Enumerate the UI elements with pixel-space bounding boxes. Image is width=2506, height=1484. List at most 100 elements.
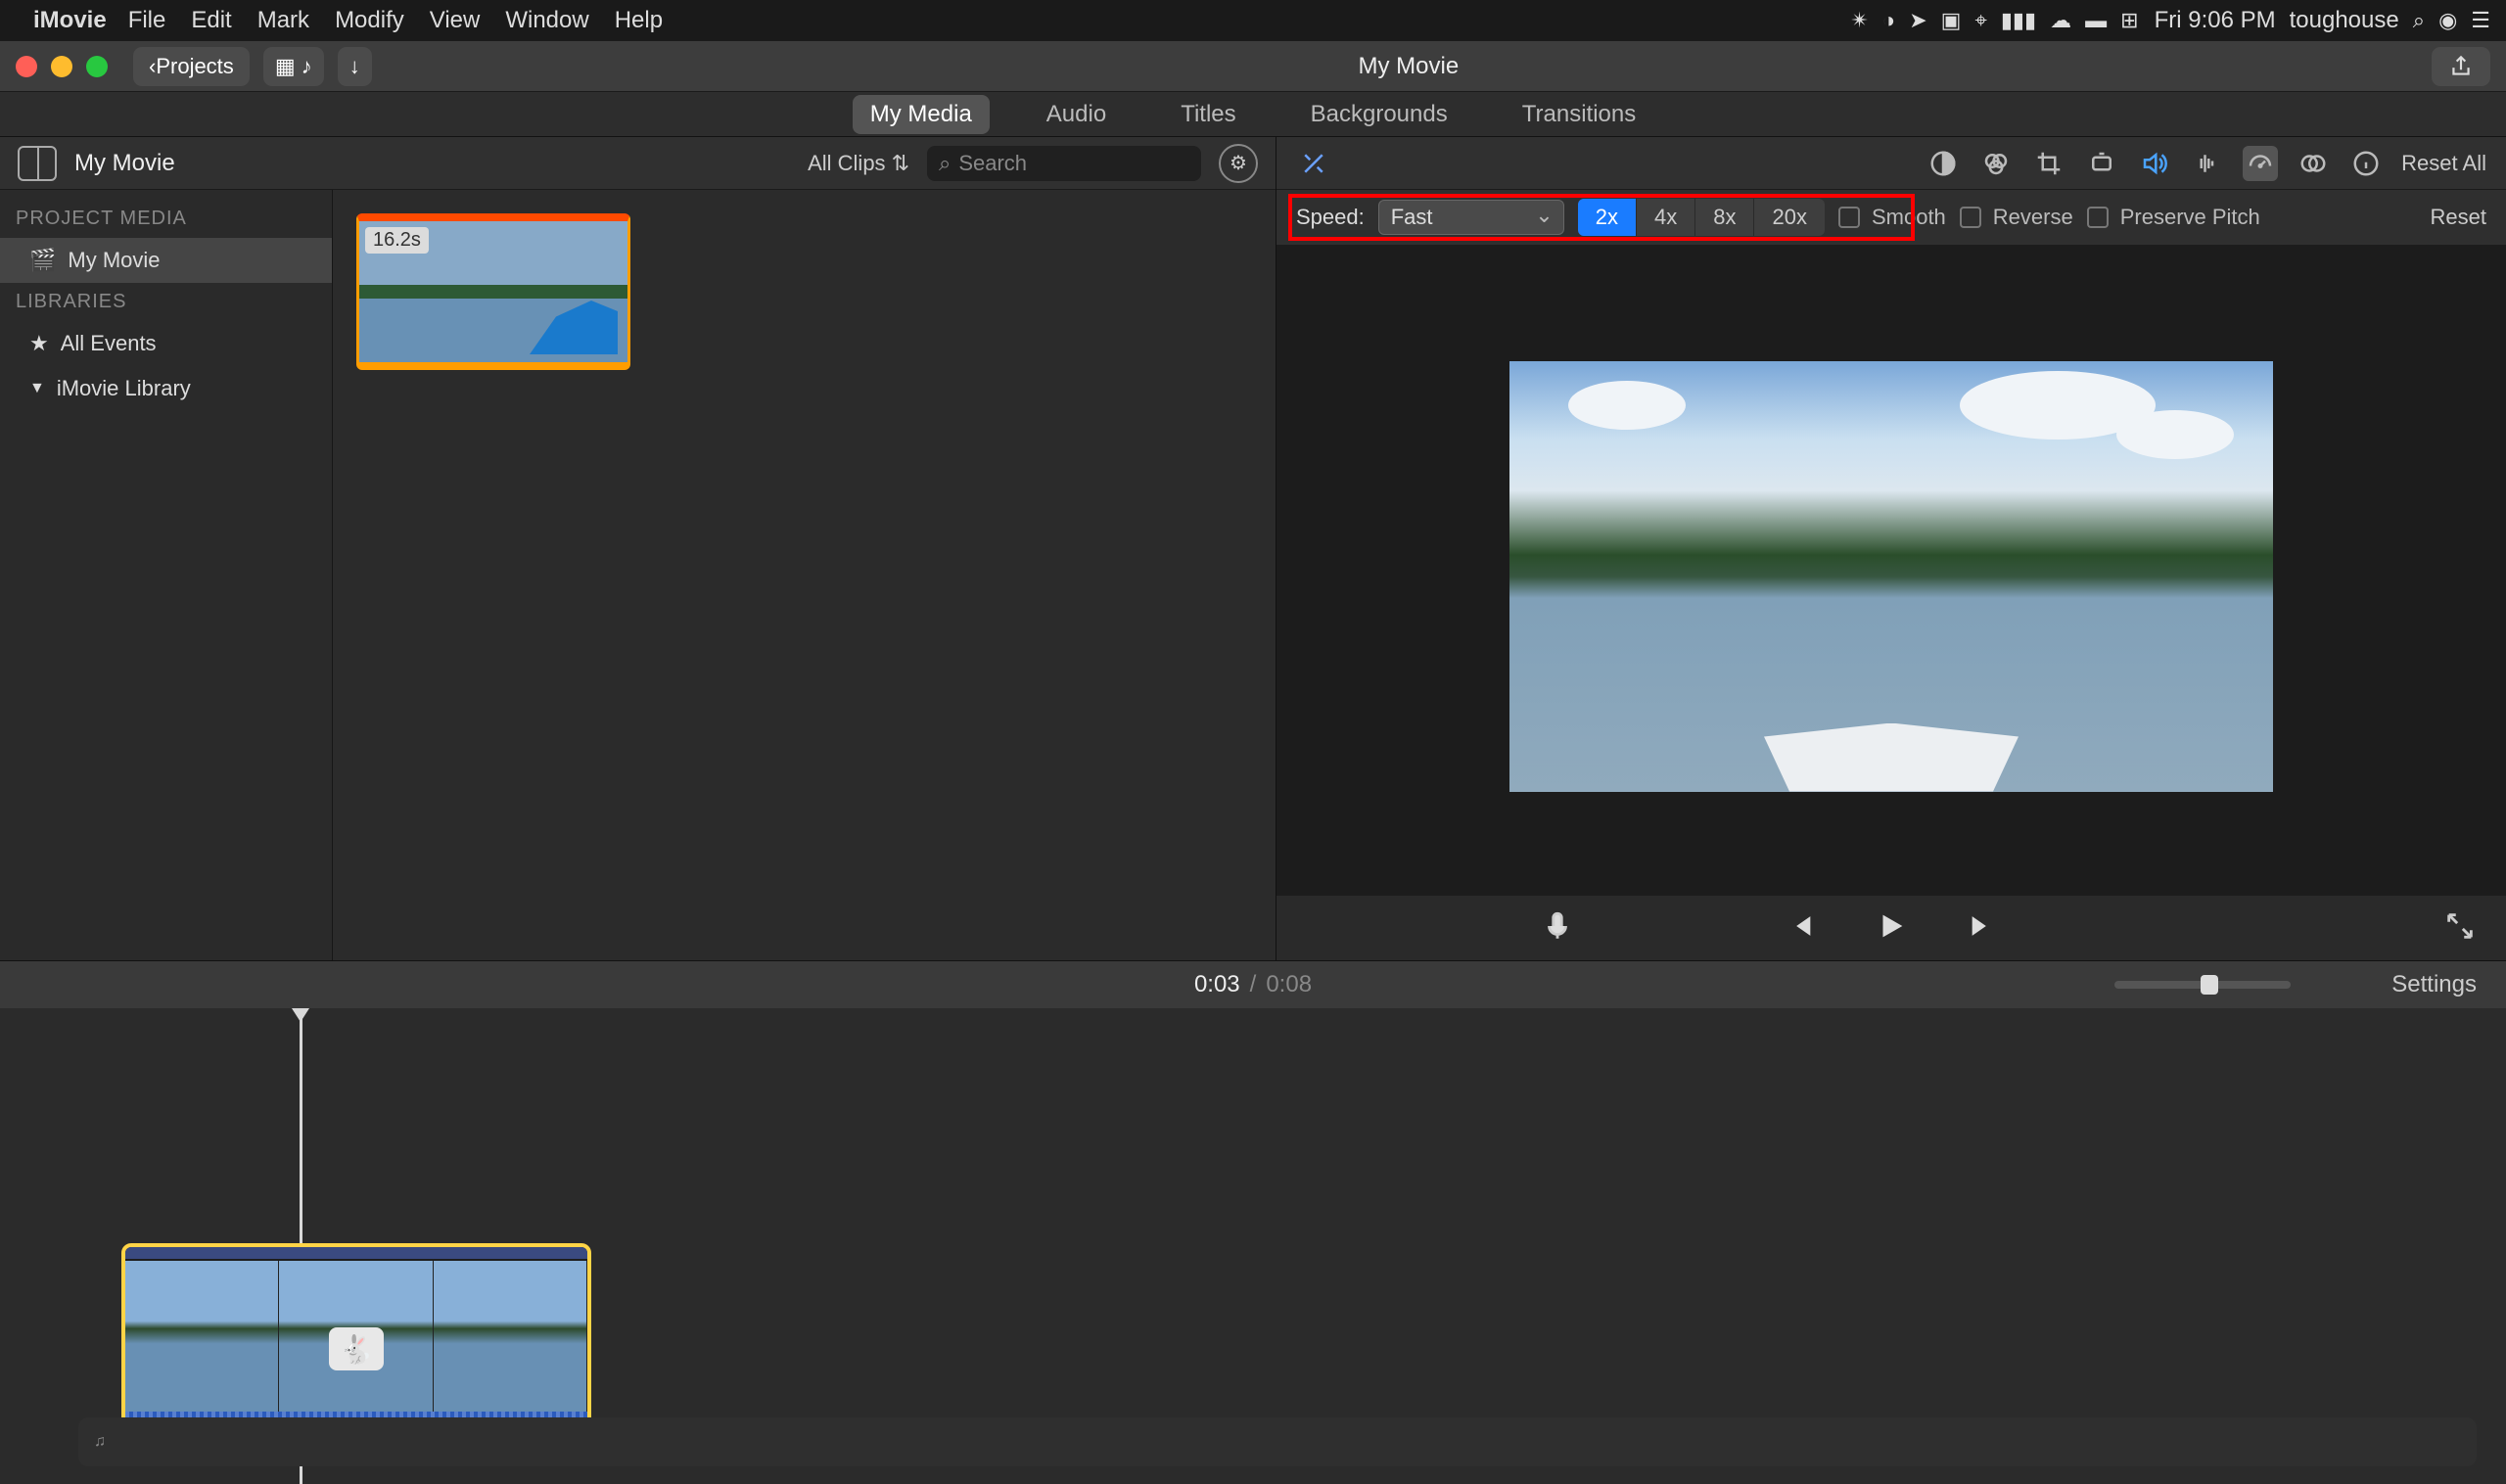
clips-filter[interactable]: All Clips ⇅ <box>808 151 909 176</box>
window-traffic-lights <box>16 56 108 77</box>
sidebar-item-imovie-library[interactable]: ▼ iMovie Library <box>0 366 332 411</box>
cloud-icon[interactable]: ☁ <box>2050 8 2071 33</box>
color-correction-icon[interactable] <box>1978 146 2014 181</box>
sidebar-item-all-events[interactable]: ★ All Events <box>0 321 332 366</box>
window-title: My Movie <box>386 53 2432 80</box>
speed-4x[interactable]: 4x <box>1637 199 1695 236</box>
filters-icon[interactable] <box>2296 146 2331 181</box>
sidebar-section-project: PROJECT MEDIA <box>0 200 332 238</box>
grid-icon[interactable]: ⊞ <box>2120 8 2138 33</box>
menu-icon[interactable]: ☰ <box>2471 8 2490 33</box>
battery-icon[interactable]: ▮▮▮ <box>2001 8 2036 33</box>
speed-multiplier-segment: 2x 4x 8x 20x <box>1578 199 1825 236</box>
time-separator: / <box>1250 971 1257 998</box>
menu-help[interactable]: Help <box>615 7 663 34</box>
inspector-toolbar: Reset All <box>1276 137 2506 190</box>
left-panel: My Movie All Clips ⇅ ⌕ Search ⚙ PROJECT … <box>0 137 1276 960</box>
speed-20x[interactable]: 20x <box>1754 199 1824 236</box>
speed-8x[interactable]: 8x <box>1695 199 1754 236</box>
speed-preset-dropdown[interactable]: Fast <box>1378 200 1564 235</box>
tab-audio[interactable]: Audio <box>1029 95 1124 134</box>
battery2-icon[interactable]: ▬ <box>2085 8 2107 33</box>
volume-icon[interactable] <box>2137 146 2172 181</box>
next-frame-button[interactable] <box>1967 909 2000 948</box>
window-titlebar: ‹ Projects ▦ ♪ ↓ My Movie <box>0 41 2506 92</box>
smooth-label: Smooth <box>1872 205 1946 230</box>
tab-backgrounds[interactable]: Backgrounds <box>1293 95 1465 134</box>
playback-controls <box>1276 896 2506 960</box>
menu-window[interactable]: Window <box>505 7 588 34</box>
media-clip-thumbnail[interactable]: 16.2s <box>356 213 630 370</box>
fullscreen-icon[interactable] <box>2443 909 2477 948</box>
display-icon[interactable]: ▣ <box>1941 8 1962 33</box>
minimize-window-button[interactable] <box>51 56 72 77</box>
tab-transitions[interactable]: Transitions <box>1505 95 1653 134</box>
preview-viewer[interactable] <box>1276 245 2506 896</box>
share-button[interactable] <box>2432 47 2490 86</box>
wechat-icon[interactable]: ✴ <box>1850 8 1868 33</box>
theater-button[interactable]: ▦ ♪ <box>263 47 324 86</box>
prev-frame-button[interactable] <box>1783 909 1816 948</box>
back-projects-label: Projects <box>156 54 233 79</box>
chevron-down-icon: ▼ <box>29 380 45 397</box>
smooth-checkbox[interactable]: Smooth <box>1838 205 1946 230</box>
speed-2x[interactable]: 2x <box>1578 199 1637 236</box>
preserve-label: Preserve Pitch <box>2120 205 2260 230</box>
close-window-button[interactable] <box>16 56 37 77</box>
zoom-slider[interactable] <box>2114 981 2291 989</box>
search-icon: ⌕ <box>939 151 951 176</box>
toggle-sidebar-icon[interactable] <box>18 146 57 181</box>
browser-settings-icon[interactable]: ⚙ <box>1219 144 1258 183</box>
import-button[interactable]: ↓ <box>338 47 372 86</box>
music-note-icon: ♫ <box>94 1433 106 1451</box>
menu-view[interactable]: View <box>430 7 481 34</box>
sidebar-section-libraries: LIBRARIES <box>0 283 332 321</box>
menu-modify[interactable]: Modify <box>335 7 404 34</box>
reverse-checkbox[interactable]: Reverse <box>1960 205 2073 230</box>
menu-mark[interactable]: Mark <box>257 7 309 34</box>
sidebar: PROJECT MEDIA 🎬 My Movie LIBRARIES ★ All… <box>0 190 333 960</box>
search-placeholder: Search <box>958 151 1027 176</box>
crop-icon[interactable] <box>2031 146 2066 181</box>
color-balance-icon[interactable] <box>1926 146 1961 181</box>
sidebar-item-label: My Movie <box>68 248 160 273</box>
tab-my-media[interactable]: My Media <box>853 95 990 134</box>
sidebar-item-label: iMovie Library <box>57 376 191 401</box>
siri-icon[interactable]: ◉ <box>2438 8 2457 33</box>
macos-menubar: iMovie File Edit Mark Modify View Window… <box>0 0 2506 41</box>
preview-frame <box>1509 361 2273 792</box>
voiceover-mic-icon[interactable] <box>1541 909 1574 948</box>
music-track[interactable]: ♫ <box>78 1417 2477 1466</box>
back-projects-button[interactable]: ‹ Projects <box>133 47 250 86</box>
status-icon[interactable]: ◑ <box>1882 8 1895 33</box>
username[interactable]: toughouse <box>2290 7 2399 34</box>
sidebar-item-my-movie[interactable]: 🎬 My Movie <box>0 238 332 283</box>
noise-reduction-icon[interactable] <box>2190 146 2225 181</box>
spotlight-icon[interactable]: ⌕ <box>2413 8 2425 33</box>
reverse-label: Reverse <box>1993 205 2073 230</box>
info-icon[interactable] <box>2348 146 2384 181</box>
location-icon[interactable]: ➤ <box>1909 8 1926 33</box>
search-input[interactable]: ⌕ Search <box>927 146 1201 181</box>
maximize-window-button[interactable] <box>86 56 108 77</box>
app-name[interactable]: iMovie <box>33 7 107 34</box>
timeline[interactable]: 8.0s 🐇 ♫ <box>0 1008 2506 1484</box>
tab-titles[interactable]: Titles <box>1163 95 1253 134</box>
total-time: 0:08 <box>1266 971 1312 998</box>
film-icon: 🎬 <box>29 248 56 273</box>
bluetooth-icon[interactable]: ⌖ <box>1974 8 1986 33</box>
speed-icon[interactable] <box>2243 146 2278 181</box>
speed-reset-button[interactable]: Reset <box>2431 205 2486 230</box>
enhance-icon[interactable] <box>1296 146 1331 181</box>
clock[interactable]: Fri 9:06 PM <box>2155 7 2276 34</box>
zoom-knob[interactable] <box>2201 975 2218 995</box>
menu-file[interactable]: File <box>128 7 166 34</box>
menu-edit[interactable]: Edit <box>191 7 231 34</box>
media-browser[interactable]: 16.2s <box>333 190 1276 960</box>
play-button[interactable] <box>1875 909 1908 948</box>
reset-all-button[interactable]: Reset All <box>2401 151 2486 176</box>
preserve-pitch-checkbox[interactable]: Preserve Pitch <box>2087 205 2260 230</box>
stabilize-icon[interactable] <box>2084 146 2119 181</box>
speed-rabbit-icon: 🐇 <box>329 1327 384 1370</box>
timeline-settings-button[interactable]: Settings <box>2391 971 2477 998</box>
